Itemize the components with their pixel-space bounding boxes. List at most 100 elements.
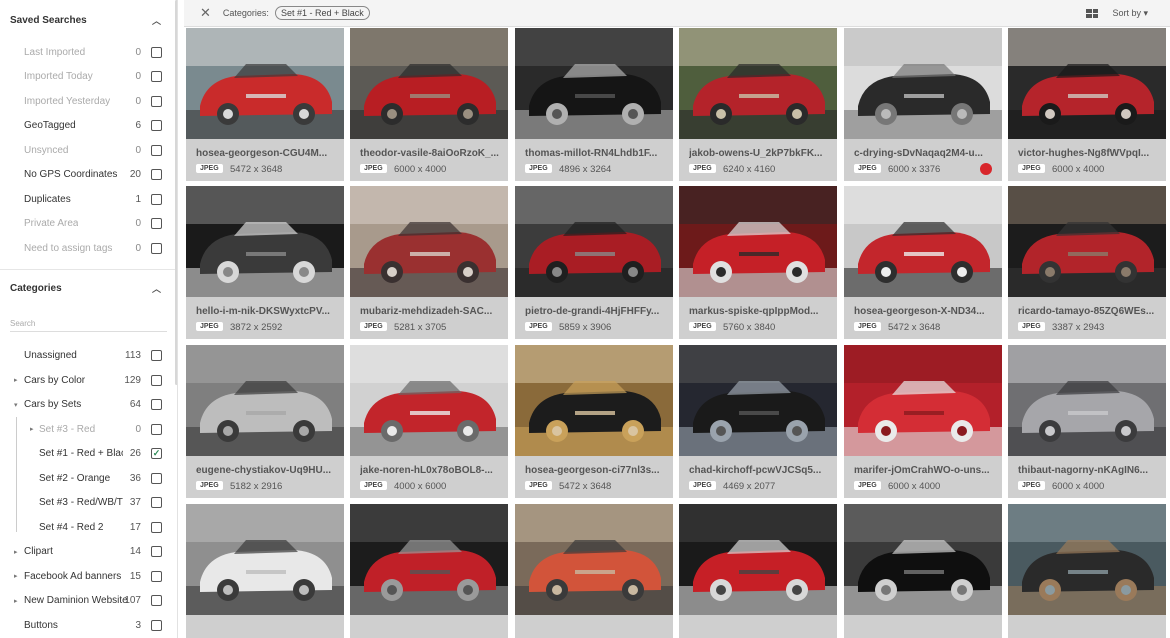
- thumbnail-image[interactable]: [350, 504, 508, 615]
- checkbox[interactable]: [151, 193, 162, 205]
- thumbnail-image[interactable]: [679, 345, 837, 456]
- checkbox[interactable]: [151, 399, 162, 411]
- thumbnail-card[interactable]: jake-noren-hL0x78oBOL8-... JPEG 4000 x 600…: [350, 345, 508, 498]
- checkbox[interactable]: [151, 374, 162, 386]
- category-item[interactable]: Buttons 3: [0, 613, 177, 638]
- categories-header[interactable]: Categories ︿: [0, 270, 177, 308]
- category-item[interactable]: Set #2 - Orange 36: [0, 466, 177, 491]
- caret-right-icon[interactable]: ▸: [14, 548, 18, 556]
- checkbox[interactable]: [151, 350, 162, 362]
- thumbnail-image[interactable]: [844, 504, 1002, 615]
- saved-search-item[interactable]: Unsynced 0: [0, 138, 177, 163]
- checkbox[interactable]: [151, 570, 162, 582]
- category-item[interactable]: Set #3 - Red/WB/Tr 37: [0, 491, 177, 516]
- thumbnail-image[interactable]: [186, 345, 344, 456]
- thumbnail-card[interactable]: eugene-chystiakov-Uq9HU... JPEG 5182 x 291…: [186, 345, 344, 498]
- checkbox[interactable]: [151, 144, 162, 156]
- saved-search-item[interactable]: Imported Yesterday 0: [0, 89, 177, 114]
- thumbnail-card[interactable]: markus-spiske-qpIppMod... JPEG 5760 x 3840: [679, 186, 837, 339]
- thumbnail-card[interactable]: [1008, 504, 1166, 638]
- thumbnail-image[interactable]: [844, 345, 1002, 456]
- category-item[interactable]: ▾ Cars by Sets 64: [0, 393, 177, 418]
- thumbnail-image[interactable]: [515, 345, 673, 456]
- thumbnail-card[interactable]: jakob-owens-U_2kP7bkFK... JPEG 6240 x 4160: [679, 28, 837, 181]
- checkbox[interactable]: [151, 595, 162, 607]
- checkbox[interactable]: [151, 619, 162, 631]
- thumbnail-card[interactable]: ricardo-tamayo-85ZQ6WEs... JPEG 3387 x 294…: [1008, 186, 1166, 339]
- thumbnail-image[interactable]: [679, 186, 837, 297]
- checkbox[interactable]: [151, 497, 162, 509]
- thumbnail-card[interactable]: [186, 504, 344, 638]
- thumbnail-image[interactable]: [350, 345, 508, 456]
- saved-search-item[interactable]: GeoTagged 6: [0, 114, 177, 139]
- checkbox[interactable]: [151, 169, 162, 181]
- thumbnail-image[interactable]: [350, 186, 508, 297]
- thumbnail-card[interactable]: [679, 504, 837, 638]
- checkbox[interactable]: [151, 242, 162, 254]
- caret-right-icon[interactable]: ▸: [30, 425, 34, 433]
- checkbox[interactable]: [151, 120, 162, 132]
- thumbnail-image[interactable]: [1008, 28, 1166, 139]
- thumbnail-card[interactable]: [515, 504, 673, 638]
- chevron-up-icon[interactable]: ︿: [152, 14, 161, 27]
- checkbox[interactable]: [151, 423, 162, 435]
- close-icon[interactable]: ✕: [200, 5, 211, 21]
- checkbox[interactable]: [151, 472, 162, 484]
- checkbox[interactable]: [151, 95, 162, 107]
- thumbnail-card[interactable]: c-drying-sDvNaqaq2M4-u... JPEG 6000 x 3376: [844, 28, 1002, 181]
- caret-right-icon[interactable]: ▸: [14, 597, 18, 605]
- thumbnail-image[interactable]: [679, 28, 837, 139]
- thumbnail-image[interactable]: [1008, 345, 1166, 456]
- checkbox[interactable]: [151, 71, 162, 83]
- caret-right-icon[interactable]: ▸: [14, 572, 18, 580]
- thumbnail-image[interactable]: [186, 28, 344, 139]
- thumbnail-card[interactable]: hosea-georgeson-ci77nl3s... JPEG 5472 x 36…: [515, 345, 673, 498]
- checkbox[interactable]: [151, 46, 162, 58]
- thumbnail-image[interactable]: [186, 186, 344, 297]
- thumbnail-card[interactable]: theodor-vasile-8aiOoRzoK_... JPEG 6000 x 4…: [350, 28, 508, 181]
- thumbnail-card[interactable]: chad-kirchoff-pcwVJCSq5... JPEG 4469 x 207…: [679, 345, 837, 498]
- sort-by-button[interactable]: Sort by ▾: [1112, 8, 1148, 19]
- filter-pill[interactable]: Set #1 - Red + Black: [274, 6, 370, 20]
- checkbox[interactable]: [151, 521, 162, 533]
- thumbnail-image[interactable]: [844, 186, 1002, 297]
- thumbnail-image[interactable]: [844, 28, 1002, 139]
- saved-search-item[interactable]: Last Imported 0: [0, 40, 177, 65]
- saved-search-item[interactable]: Imported Today 0: [0, 65, 177, 90]
- chevron-up-icon[interactable]: ︿: [152, 282, 161, 295]
- thumbnail-card[interactable]: victor-hughes-Ng8fWVpqI... JPEG 6000 x 400…: [1008, 28, 1166, 181]
- checkbox[interactable]: [151, 546, 162, 558]
- thumbnail-card[interactable]: hosea-georgeson-CGU4M... JPEG 5472 x 3648: [186, 28, 344, 181]
- thumbnail-image[interactable]: [515, 28, 673, 139]
- thumbnail-image[interactable]: [1008, 504, 1166, 615]
- thumbnail-card[interactable]: pietro-de-grandi-4HjFHFFy... JPEG 5859 x 3…: [515, 186, 673, 339]
- category-item[interactable]: ▸ Cars by Color 129: [0, 368, 177, 393]
- checkbox[interactable]: [151, 218, 162, 230]
- thumbnail-card[interactable]: mubariz-mehdizadeh-SAC... JPEG 5281 x 3705: [350, 186, 508, 339]
- caret-down-icon[interactable]: ▾: [14, 401, 18, 409]
- saved-search-item[interactable]: Need to assign tags 0: [0, 236, 177, 261]
- thumbnail-card[interactable]: hosea-georgeson-X-ND34... JPEG 5472 x 3648: [844, 186, 1002, 339]
- thumbnail-image[interactable]: [350, 28, 508, 139]
- saved-search-item[interactable]: Private Area 0: [0, 212, 177, 237]
- thumbnail-card[interactable]: [844, 504, 1002, 638]
- saved-search-item[interactable]: Duplicates 1: [0, 187, 177, 212]
- thumbnail-image[interactable]: [679, 504, 837, 615]
- category-item[interactable]: ▸ Clipart 14: [0, 540, 177, 565]
- category-item[interactable]: Unassigned 113: [0, 344, 177, 369]
- thumbnail-image[interactable]: [515, 186, 673, 297]
- caret-right-icon[interactable]: ▸: [14, 376, 18, 384]
- red-label-dot[interactable]: [980, 163, 992, 175]
- category-item[interactable]: ▸ New Daminion Website 107: [0, 589, 177, 614]
- category-item[interactable]: Set #1 - Red + Black 26 ✓: [0, 442, 177, 467]
- thumbnail-card[interactable]: marifer-jOmCrahWO-o-uns... JPEG 6000 x 400…: [844, 345, 1002, 498]
- thumbnail-card[interactable]: hello-i-m-nik-DKSWyxtcPV... JPEG 3872 x 25…: [186, 186, 344, 339]
- grid-view-icon[interactable]: [1086, 8, 1099, 18]
- category-item[interactable]: ▸ Facebook Ad banners 15: [0, 564, 177, 589]
- categories-search-input[interactable]: Search: [10, 314, 167, 332]
- thumbnail-card[interactable]: [350, 504, 508, 638]
- saved-searches-header[interactable]: Saved Searches ︿: [0, 0, 177, 40]
- saved-search-item[interactable]: No GPS Coordinates 20: [0, 163, 177, 188]
- checkbox-checked[interactable]: ✓: [151, 448, 162, 460]
- thumbnail-image[interactable]: [515, 504, 673, 615]
